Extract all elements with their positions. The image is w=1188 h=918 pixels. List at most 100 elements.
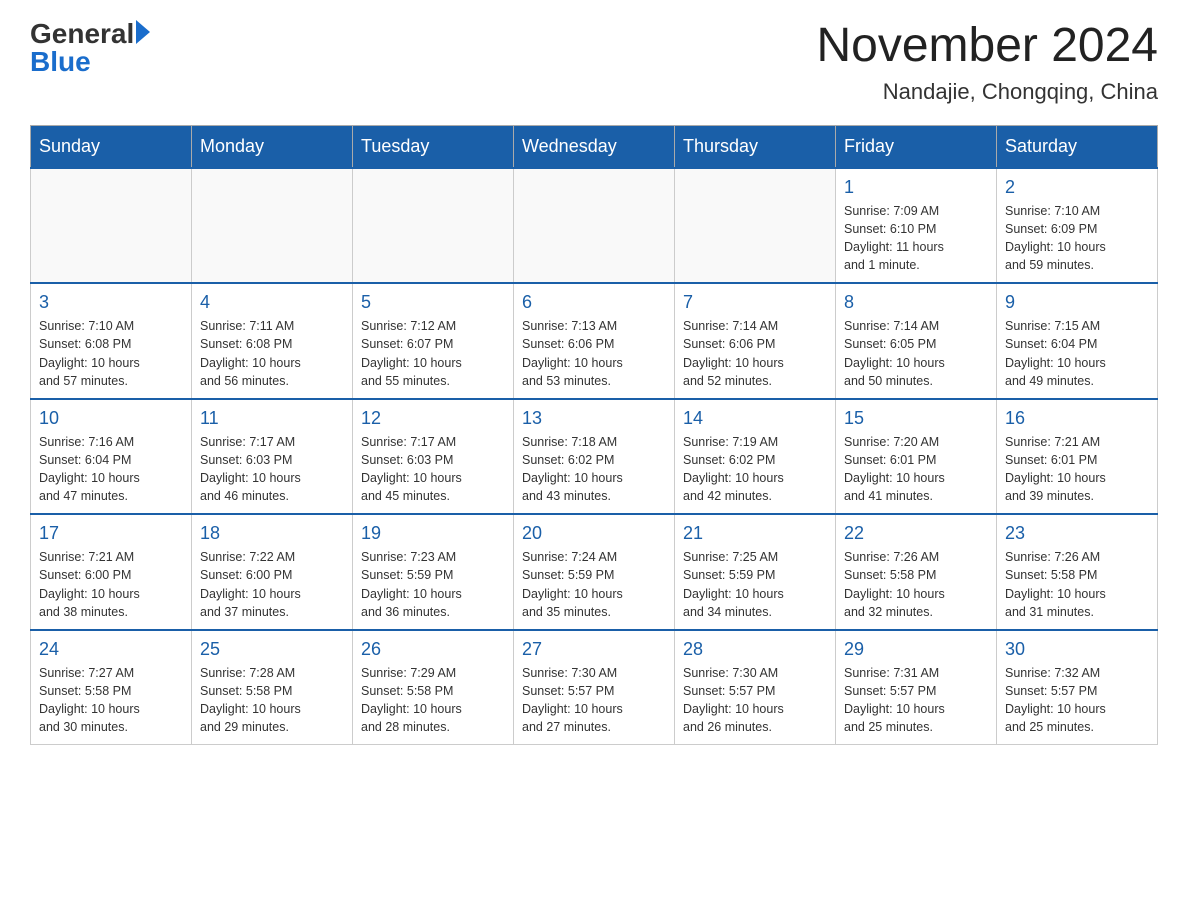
day-info: Sunrise: 7:28 AM Sunset: 5:58 PM Dayligh… (200, 664, 344, 737)
day-info: Sunrise: 7:09 AM Sunset: 6:10 PM Dayligh… (844, 202, 988, 275)
day-header-friday: Friday (836, 125, 997, 168)
calendar-cell: 10 Sunrise: 7:16 AM Sunset: 6:04 PM Dayli… (31, 399, 192, 515)
day-info: Sunrise: 7:21 AM Sunset: 6:01 PM Dayligh… (1005, 433, 1149, 506)
calendar-cell: 20Sunrise: 7:24 AM Sunset: 5:59 PM Dayli… (514, 514, 675, 630)
day-info: Sunrise: 7:12 AM Sunset: 6:07 PM Dayligh… (361, 317, 505, 390)
day-info: Sunrise: 7:24 AM Sunset: 5:59 PM Dayligh… (522, 548, 666, 621)
page-header: General Blue November 2024 Nandajie, Cho… (30, 20, 1158, 105)
calendar-cell: 2 Sunrise: 7:10 AM Sunset: 6:09 PM Daylig… (997, 168, 1158, 284)
calendar-cell: 4Sunrise: 7:11 AM Sunset: 6:08 PM Daylig… (192, 283, 353, 399)
day-header-thursday: Thursday (675, 125, 836, 168)
day-number: 18 (200, 523, 344, 544)
week-row-2: 10 Sunrise: 7:16 AM Sunset: 6:04 PM Dayli… (31, 399, 1158, 515)
logo-arrow-icon (136, 20, 150, 44)
day-number: 9 (1005, 292, 1149, 313)
day-number: 8 (844, 292, 988, 313)
day-number: 12 (361, 408, 505, 429)
week-row-1: 3 Sunrise: 7:10 AM Sunset: 6:08 PM Daylig… (31, 283, 1158, 399)
day-info: Sunrise: 7:23 AM Sunset: 5:59 PM Dayligh… (361, 548, 505, 621)
calendar-header-row: SundayMondayTuesdayWednesdayThursdayFrid… (31, 125, 1158, 168)
day-info: Sunrise: 7:14 AM Sunset: 6:05 PM Dayligh… (844, 317, 988, 390)
calendar-cell (192, 168, 353, 284)
week-row-0: 1 Sunrise: 7:09 AM Sunset: 6:10 PM Daylig… (31, 168, 1158, 284)
day-info: Sunrise: 7:10 AM Sunset: 6:08 PM Dayligh… (39, 317, 183, 390)
day-number: 29 (844, 639, 988, 660)
calendar-cell: 8 Sunrise: 7:14 AM Sunset: 6:05 PM Daylig… (836, 283, 997, 399)
day-number: 7 (683, 292, 827, 313)
calendar-cell: 25Sunrise: 7:28 AM Sunset: 5:58 PM Dayli… (192, 630, 353, 745)
day-number: 17 (39, 523, 183, 544)
day-header-tuesday: Tuesday (353, 125, 514, 168)
logo-general-text: General (30, 20, 134, 48)
calendar-cell: 23Sunrise: 7:26 AM Sunset: 5:58 PM Dayli… (997, 514, 1158, 630)
calendar-cell: 27Sunrise: 7:30 AM Sunset: 5:57 PM Dayli… (514, 630, 675, 745)
day-info: Sunrise: 7:18 AM Sunset: 6:02 PM Dayligh… (522, 433, 666, 506)
day-info: Sunrise: 7:26 AM Sunset: 5:58 PM Dayligh… (1005, 548, 1149, 621)
calendar-cell: 21Sunrise: 7:25 AM Sunset: 5:59 PM Dayli… (675, 514, 836, 630)
day-number: 27 (522, 639, 666, 660)
day-info: Sunrise: 7:13 AM Sunset: 6:06 PM Dayligh… (522, 317, 666, 390)
day-number: 24 (39, 639, 183, 660)
day-header-wednesday: Wednesday (514, 125, 675, 168)
calendar-cell: 15 Sunrise: 7:20 AM Sunset: 6:01 PM Dayli… (836, 399, 997, 515)
day-info: Sunrise: 7:21 AM Sunset: 6:00 PM Dayligh… (39, 548, 183, 621)
day-number: 3 (39, 292, 183, 313)
day-number: 15 (844, 408, 988, 429)
day-number: 16 (1005, 408, 1149, 429)
week-row-4: 24 Sunrise: 7:27 AM Sunset: 5:58 PM Dayli… (31, 630, 1158, 745)
logo: General Blue (30, 20, 150, 76)
day-info: Sunrise: 7:29 AM Sunset: 5:58 PM Dayligh… (361, 664, 505, 737)
day-number: 13 (522, 408, 666, 429)
calendar-cell: 24 Sunrise: 7:27 AM Sunset: 5:58 PM Dayli… (31, 630, 192, 745)
calendar-cell: 9 Sunrise: 7:15 AM Sunset: 6:04 PM Daylig… (997, 283, 1158, 399)
day-info: Sunrise: 7:20 AM Sunset: 6:01 PM Dayligh… (844, 433, 988, 506)
calendar-cell (675, 168, 836, 284)
title-area: November 2024 Nandajie, Chongqing, China (816, 20, 1158, 105)
calendar-cell: 7Sunrise: 7:14 AM Sunset: 6:06 PM Daylig… (675, 283, 836, 399)
calendar-cell: 1 Sunrise: 7:09 AM Sunset: 6:10 PM Daylig… (836, 168, 997, 284)
day-number: 2 (1005, 177, 1149, 198)
calendar-cell: 18 Sunrise: 7:22 AM Sunset: 6:00 PM Dayli… (192, 514, 353, 630)
day-number: 21 (683, 523, 827, 544)
day-info: Sunrise: 7:15 AM Sunset: 6:04 PM Dayligh… (1005, 317, 1149, 390)
calendar-cell: 3 Sunrise: 7:10 AM Sunset: 6:08 PM Daylig… (31, 283, 192, 399)
day-header-sunday: Sunday (31, 125, 192, 168)
calendar-cell (31, 168, 192, 284)
logo-blue-text: Blue (30, 48, 91, 76)
location-title: Nandajie, Chongqing, China (816, 79, 1158, 105)
day-info: Sunrise: 7:31 AM Sunset: 5:57 PM Dayligh… (844, 664, 988, 737)
calendar-cell (514, 168, 675, 284)
day-info: Sunrise: 7:10 AM Sunset: 6:09 PM Dayligh… (1005, 202, 1149, 275)
day-number: 28 (683, 639, 827, 660)
day-info: Sunrise: 7:30 AM Sunset: 5:57 PM Dayligh… (683, 664, 827, 737)
day-info: Sunrise: 7:26 AM Sunset: 5:58 PM Dayligh… (844, 548, 988, 621)
day-info: Sunrise: 7:17 AM Sunset: 6:03 PM Dayligh… (361, 433, 505, 506)
day-info: Sunrise: 7:27 AM Sunset: 5:58 PM Dayligh… (39, 664, 183, 737)
day-info: Sunrise: 7:19 AM Sunset: 6:02 PM Dayligh… (683, 433, 827, 506)
day-info: Sunrise: 7:11 AM Sunset: 6:08 PM Dayligh… (200, 317, 344, 390)
calendar-cell: 14 Sunrise: 7:19 AM Sunset: 6:02 PM Dayli… (675, 399, 836, 515)
calendar-cell: 22Sunrise: 7:26 AM Sunset: 5:58 PM Dayli… (836, 514, 997, 630)
calendar-cell: 11 Sunrise: 7:17 AM Sunset: 6:03 PM Dayli… (192, 399, 353, 515)
calendar-cell: 12 Sunrise: 7:17 AM Sunset: 6:03 PM Dayli… (353, 399, 514, 515)
calendar-cell: 26Sunrise: 7:29 AM Sunset: 5:58 PM Dayli… (353, 630, 514, 745)
day-number: 5 (361, 292, 505, 313)
calendar-cell: 17 Sunrise: 7:21 AM Sunset: 6:00 PM Dayli… (31, 514, 192, 630)
day-number: 1 (844, 177, 988, 198)
calendar-cell: 6Sunrise: 7:13 AM Sunset: 6:06 PM Daylig… (514, 283, 675, 399)
day-info: Sunrise: 7:17 AM Sunset: 6:03 PM Dayligh… (200, 433, 344, 506)
day-number: 14 (683, 408, 827, 429)
calendar-cell: 19Sunrise: 7:23 AM Sunset: 5:59 PM Dayli… (353, 514, 514, 630)
day-info: Sunrise: 7:22 AM Sunset: 6:00 PM Dayligh… (200, 548, 344, 621)
week-row-3: 17 Sunrise: 7:21 AM Sunset: 6:00 PM Dayli… (31, 514, 1158, 630)
calendar-cell: 30Sunrise: 7:32 AM Sunset: 5:57 PM Dayli… (997, 630, 1158, 745)
calendar-table: SundayMondayTuesdayWednesdayThursdayFrid… (30, 125, 1158, 746)
day-info: Sunrise: 7:16 AM Sunset: 6:04 PM Dayligh… (39, 433, 183, 506)
day-number: 10 (39, 408, 183, 429)
day-number: 11 (200, 408, 344, 429)
calendar-cell: 5 Sunrise: 7:12 AM Sunset: 6:07 PM Daylig… (353, 283, 514, 399)
calendar-cell: 28 Sunrise: 7:30 AM Sunset: 5:57 PM Dayli… (675, 630, 836, 745)
calendar-cell: 16 Sunrise: 7:21 AM Sunset: 6:01 PM Dayli… (997, 399, 1158, 515)
calendar-cell (353, 168, 514, 284)
day-number: 30 (1005, 639, 1149, 660)
